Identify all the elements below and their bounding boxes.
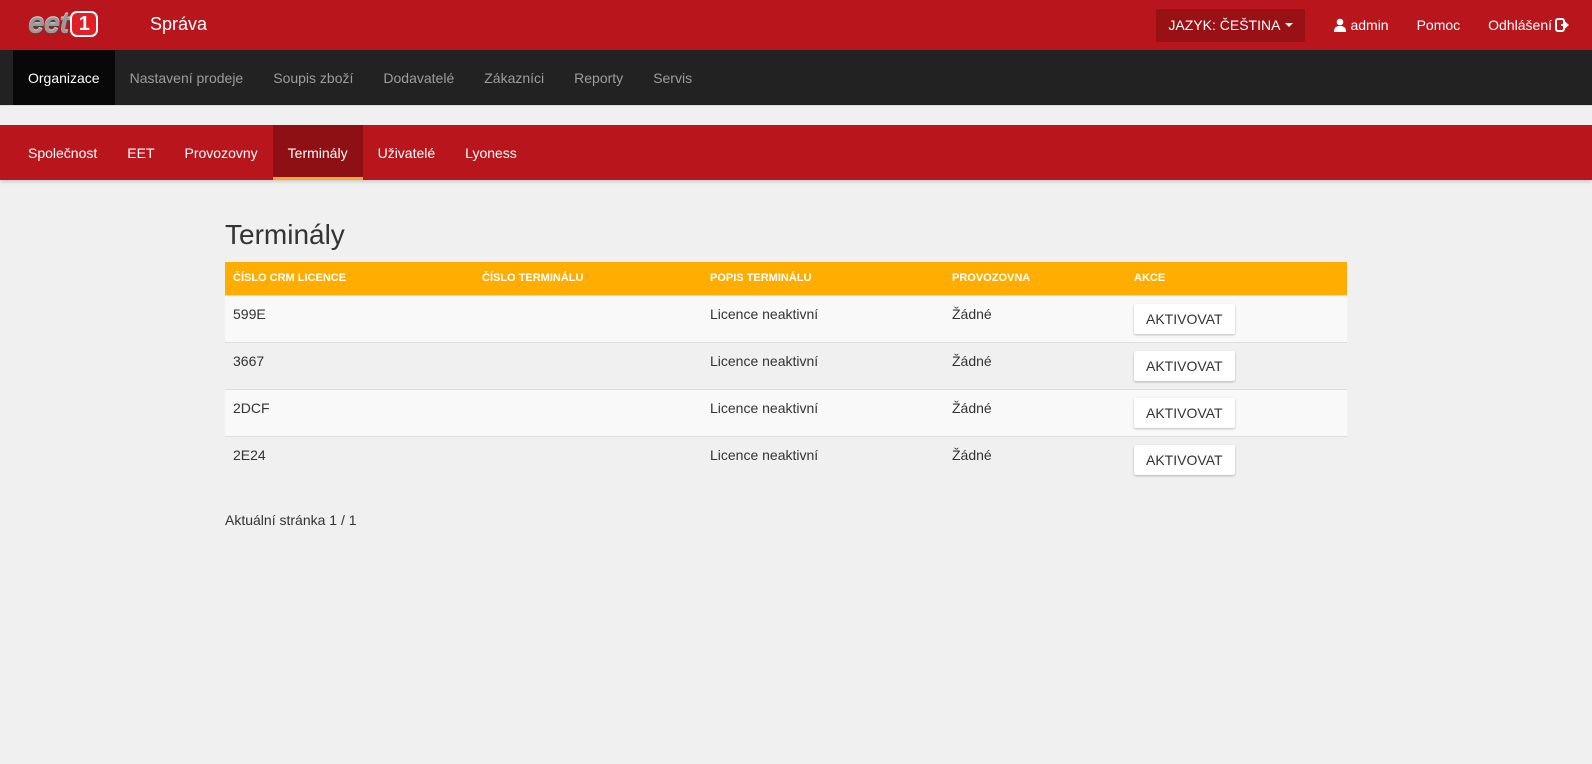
cell-description: Licence neaktivní	[702, 294, 944, 342]
main-nav-label: Soupis zboží	[273, 69, 354, 86]
sub-nav-label: Terminály	[287, 144, 348, 161]
activate-button[interactable]: AKTIVOVAT	[1134, 303, 1235, 334]
table-row: 2E24 Licence neaktivní Žádné AKTIVOVAT	[225, 435, 1347, 483]
column-header-outlet[interactable]: PROVOZOVNA	[944, 262, 1126, 295]
cell-action: AKTIVOVAT	[1126, 294, 1347, 342]
activate-button[interactable]: AKTIVOVAT	[1134, 350, 1235, 381]
sub-nav-item-provozovny[interactable]: Provozovny	[170, 125, 273, 180]
sub-nav-item-spolecnost[interactable]: Společnost	[13, 125, 112, 180]
main-nav-label: Servis	[653, 69, 693, 86]
main-nav-label: Nastavení prodeje	[129, 69, 244, 86]
cell-description: Licence neaktivní	[702, 341, 944, 389]
main-nav-item-nastaveni-prodeje[interactable]: Nastavení prodeje	[115, 50, 259, 105]
logout-label: Odhlášení	[1488, 17, 1552, 33]
cell-terminal-number	[474, 294, 702, 342]
cell-action: AKTIVOVAT	[1126, 435, 1347, 483]
table-row: 2DCF Licence neaktivní Žádné AKTIVOVAT	[225, 388, 1347, 436]
sub-nav-item-terminaly[interactable]: Terminály	[272, 125, 363, 180]
nav-spacer	[0, 105, 1592, 125]
cell-outlet: Žádné	[944, 435, 1126, 483]
main-nav-label: Dodavatelé	[383, 69, 455, 86]
column-header-terminal-description[interactable]: POPIS TERMINÁLU	[702, 262, 944, 295]
cell-terminal-number	[474, 341, 702, 389]
cell-crm-licence: 2DCF	[225, 388, 474, 436]
cell-terminal-number	[474, 388, 702, 436]
cell-terminal-number	[474, 435, 702, 483]
table-row: 3667 Licence neaktivní Žádné AKTIVOVAT	[225, 341, 1347, 389]
cell-action: AKTIVOVAT	[1126, 388, 1347, 436]
logout-icon	[1555, 18, 1570, 32]
page-title: Terminály	[225, 219, 345, 250]
cell-crm-licence: 3667	[225, 341, 474, 389]
sub-nav-label: Uživatelé	[377, 144, 436, 161]
help-link[interactable]: Pomoc	[1403, 0, 1475, 50]
logo[interactable]: eet 1	[28, 8, 114, 40]
terminals-table: ČÍSLO CRM LICENCE ČÍSLO TERMINÁLU POPIS …	[225, 262, 1347, 483]
main-nav: Organizace Nastavení prodeje Soupis zbož…	[0, 50, 1592, 105]
cell-outlet: Žádné	[944, 341, 1126, 389]
main-nav-label: Reporty	[574, 69, 624, 86]
main-nav-item-soupis-zbozi[interactable]: Soupis zboží	[258, 50, 368, 105]
logout-link[interactable]: Odhlášení	[1474, 0, 1592, 50]
sub-nav-item-lyoness[interactable]: Lyoness	[450, 125, 532, 180]
table-header-row: ČÍSLO CRM LICENCE ČÍSLO TERMINÁLU POPIS …	[225, 262, 1347, 295]
main-nav-label: Zákazníci	[484, 69, 545, 86]
main-content: Terminály ČÍSLO CRM LICENCE ČÍSLO TERMIN…	[225, 218, 1347, 528]
user-icon	[1333, 18, 1347, 32]
cell-outlet: Žádné	[944, 294, 1126, 342]
language-dropdown[interactable]: JAZYK: ČEŠTINA	[1156, 8, 1306, 42]
main-nav-label: Organizace	[28, 69, 100, 86]
sub-nav-item-eet[interactable]: EET	[112, 125, 169, 180]
sub-nav-label: Provozovny	[184, 144, 258, 161]
user-label: admin	[1350, 17, 1389, 33]
cell-description: Licence neaktivní	[702, 388, 944, 436]
main-nav-item-servis[interactable]: Servis	[638, 50, 707, 105]
main-nav-item-organizace[interactable]: Organizace	[13, 50, 115, 105]
column-header-terminal-number[interactable]: ČÍSLO TERMINÁLU	[474, 262, 702, 295]
activate-button[interactable]: AKTIVOVAT	[1134, 397, 1235, 428]
pagination-status: Aktuální stránka 1 / 1	[225, 512, 357, 528]
cell-action: AKTIVOVAT	[1126, 341, 1347, 389]
caret-down-icon	[1285, 23, 1294, 27]
cell-outlet: Žádné	[944, 388, 1126, 436]
logo-text: eet	[28, 7, 69, 40]
activate-button[interactable]: AKTIVOVAT	[1134, 444, 1235, 475]
column-header-crm-licence[interactable]: ČÍSLO CRM LICENCE	[225, 262, 474, 295]
main-nav-item-zakaznici[interactable]: Zákazníci	[469, 50, 559, 105]
cell-crm-licence: 2E24	[225, 435, 474, 483]
column-header-action: AKCE	[1126, 262, 1347, 295]
main-nav-item-reporty[interactable]: Reporty	[559, 50, 638, 105]
language-label: JAZYK: ČEŠTINA	[1168, 17, 1281, 33]
sub-nav: Společnost EET Provozovny Terminály Uživ…	[0, 125, 1592, 180]
sub-nav-label: Lyoness	[465, 144, 517, 161]
main-nav-item-dodavatele[interactable]: Dodavatelé	[368, 50, 469, 105]
app-title[interactable]: Správa	[150, 14, 207, 35]
top-bar: eet 1 Správa JAZYK: ČEŠTINA admin Pomoc …	[0, 0, 1592, 50]
table-row: 599E Licence neaktivní Žádné AKTIVOVAT	[225, 294, 1347, 342]
help-label: Pomoc	[1416, 17, 1461, 33]
cell-crm-licence: 599E	[225, 294, 474, 342]
top-right-menu: JAZYK: ČEŠTINA admin Pomoc Odhlášení	[1156, 0, 1592, 50]
logo-badge: 1	[70, 11, 99, 37]
user-menu-link[interactable]: admin	[1319, 0, 1402, 50]
sub-nav-label: Společnost	[28, 144, 98, 161]
cell-description: Licence neaktivní	[702, 435, 944, 483]
sub-nav-item-uzivatele[interactable]: Uživatelé	[363, 125, 451, 180]
sub-nav-label: EET	[127, 144, 155, 161]
